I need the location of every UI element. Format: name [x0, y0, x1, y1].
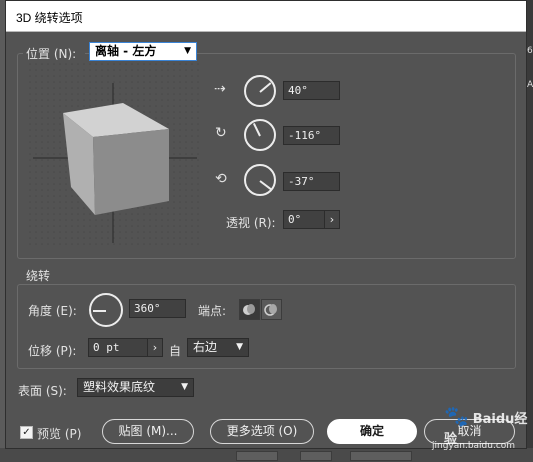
more-options-button[interactable]: 更多选项 (O) — [210, 419, 314, 444]
paw-icon: 🐾 — [444, 404, 469, 428]
preview-checkbox[interactable]: ✓ — [20, 426, 33, 439]
chevron-right-icon: › — [329, 213, 335, 226]
rotate-y-axis-icon: ↻ — [215, 125, 227, 141]
cube-front-face — [93, 129, 169, 215]
rotate-x-axis-icon: ⇢ — [214, 81, 226, 97]
background-app-strip: 6 A — [526, 0, 533, 462]
z-axis-rotation-dial[interactable] — [244, 164, 276, 196]
dialog-titlebar[interactable]: 3D 绕转选项 — [6, 1, 526, 32]
cap-on-button[interactable] — [239, 299, 260, 320]
cap-label: 端点: — [198, 304, 227, 318]
x-axis-rotation-dial[interactable] — [244, 75, 276, 107]
offset-from-value: 右边 — [193, 340, 218, 354]
position-preset-select[interactable]: 离轴 - 左方 ▼ — [89, 42, 197, 61]
offset-label: 位移 (P): — [28, 344, 77, 358]
rotate-z-axis-icon: ⟲ — [215, 171, 227, 187]
revolve-angle-dial[interactable] — [89, 293, 123, 327]
surface-value: 塑料效果底纹 — [83, 380, 156, 394]
ok-button[interactable]: 确定 — [327, 419, 417, 444]
chevron-down-icon: ▼ — [236, 342, 243, 352]
y-axis-rotation-dial[interactable] — [244, 119, 276, 151]
map-art-button[interactable]: 贴图 (M)... — [102, 419, 194, 444]
x-angle-input[interactable]: 40° — [283, 81, 340, 100]
offset-input[interactable]: 0 pt — [88, 338, 148, 357]
angle-label: 角度 (E): — [28, 304, 77, 318]
preview-label[interactable]: 预览 (P) — [37, 425, 81, 442]
revolve-heading: 绕转 — [26, 269, 51, 283]
dialog-title: 3D 绕转选项 — [16, 11, 83, 25]
check-icon: ✓ — [22, 427, 31, 438]
z-angle-input[interactable]: -37° — [283, 172, 340, 191]
position-preset-value: 离轴 - 左方 — [95, 44, 157, 58]
chevron-right-icon: › — [152, 341, 158, 354]
cap-off-icon — [264, 304, 277, 316]
3d-revolve-options-dialog: 3D 绕转选项 位置 (N): 离轴 - 左方 ▼ ⇢ 40° ↻ -116° … — [5, 0, 527, 449]
from-label: 自 — [169, 344, 182, 358]
chevron-down-icon: ▼ — [181, 382, 188, 392]
background-strip-text: 6 — [527, 46, 533, 56]
position-label: 位置 (N): — [26, 47, 77, 61]
offset-slider-button[interactable]: › — [147, 338, 163, 357]
chevron-down-icon: ▼ — [184, 46, 191, 56]
surface-select[interactable]: 塑料效果底纹 ▼ — [77, 378, 194, 397]
y-angle-input[interactable]: -116° — [283, 126, 340, 145]
cap-off-button[interactable] — [261, 299, 282, 320]
background-strip-text-2: A — [527, 80, 533, 90]
watermark-url: jingyan.baidu.com — [432, 441, 516, 451]
perspective-input[interactable]: 0° — [283, 210, 325, 229]
surface-label: 表面 (S): — [18, 384, 67, 398]
cap-on-icon — [243, 304, 255, 315]
offset-from-select[interactable]: 右边 ▼ — [187, 338, 249, 357]
rotation-track[interactable] — [29, 63, 201, 247]
perspective-slider-button[interactable]: › — [324, 210, 340, 229]
perspective-label: 透视 (R): — [226, 216, 276, 230]
angle-input[interactable]: 360° — [129, 299, 186, 318]
